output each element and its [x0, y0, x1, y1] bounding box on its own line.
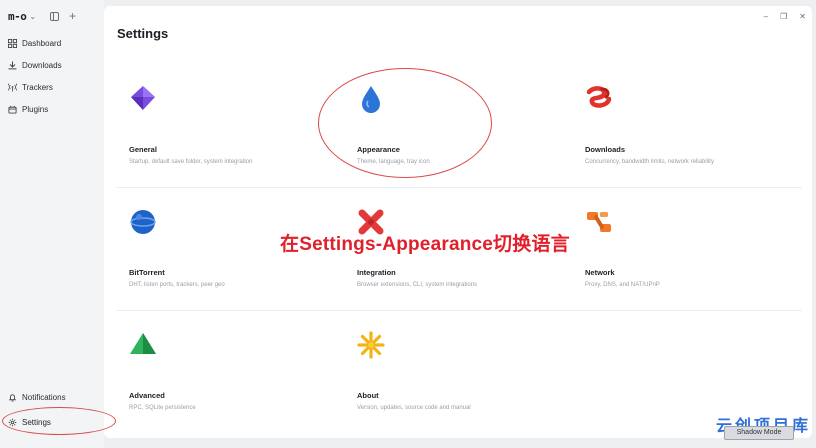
blue-globe-icon: [128, 207, 158, 237]
app-logo[interactable]: m-o: [8, 10, 27, 23]
sidebar-item-label: Downloads: [22, 60, 62, 70]
card-about[interactable]: About Version, updates, source code and …: [344, 310, 572, 430]
sidebar-toggle-icon[interactable]: [50, 11, 60, 21]
download-icon: [8, 60, 17, 70]
card-downloads[interactable]: Downloads Concurrency, bandwidth limits,…: [572, 64, 800, 184]
sidebar: m-o ⌄ + Dashboard Downloads Trackers Plu…: [0, 0, 104, 448]
card-advanced[interactable]: Advanced RPC, SQLite persistence: [116, 310, 344, 430]
sidebar-item-label: Trackers: [22, 82, 53, 92]
red-coil-icon: [584, 84, 614, 114]
antenna-icon: [8, 82, 17, 92]
yellow-star-icon: [356, 330, 386, 360]
card-description: DHT, listen ports, trackers, peer geo: [129, 282, 225, 288]
card-title: About: [357, 391, 379, 400]
card-title: Advanced: [129, 391, 165, 400]
card-title: Downloads: [585, 145, 626, 154]
card-title: Integration: [357, 268, 396, 277]
page-title: Settings: [117, 26, 169, 41]
plus-icon[interactable]: +: [69, 10, 76, 22]
close-icon[interactable]: ✕: [799, 12, 806, 21]
purple-diamond-icon: [128, 84, 158, 114]
card-description: Startup, default save folder, system int…: [129, 159, 253, 165]
sidebar-item-label: Dashboard: [22, 38, 62, 48]
grid-icon: [8, 38, 17, 48]
card-general[interactable]: General Startup, default save folder, sy…: [116, 64, 344, 184]
card-description: RPC, SQLite persistence: [129, 405, 196, 411]
card-description: Browser extensions, CLI, system integrat…: [357, 282, 478, 288]
card-title: BitTorrent: [129, 268, 165, 277]
bell-icon: [8, 393, 17, 402]
shadow-mode-button[interactable]: Shadow Mode: [724, 426, 794, 440]
chevron-down-icon[interactable]: ⌄: [29, 12, 36, 21]
sidebar-item-notifications[interactable]: Notifications: [0, 386, 104, 408]
annotation-ellipse-appearance: [318, 68, 492, 178]
annotation-ellipse-settings: [2, 407, 116, 435]
sidebar-item-trackers[interactable]: Trackers: [0, 76, 104, 98]
window-controls: – ❐ ✕: [764, 12, 806, 21]
green-pyramid-icon: [128, 330, 158, 360]
card-description: Version, updates, source code and manual: [357, 405, 471, 411]
sidebar-item-label: Notifications: [22, 392, 66, 402]
sidebar-item-downloads[interactable]: Downloads: [0, 54, 104, 76]
restore-icon[interactable]: ❐: [780, 12, 787, 21]
minimize-icon[interactable]: –: [764, 12, 768, 21]
card-description: Proxy, DNS, and NAT/UPnP: [585, 282, 660, 288]
plugin-icon: [8, 105, 17, 114]
brand-row: m-o ⌄ +: [8, 8, 76, 24]
sidebar-item-dashboard[interactable]: Dashboard: [0, 32, 104, 54]
annotation-caption: 在Settings-Appearance切换语言: [280, 234, 570, 255]
card-description: Concurrency, bandwidth limits, network r…: [585, 159, 714, 165]
sidebar-nav: Dashboard Downloads Trackers Plugins: [0, 32, 104, 120]
card-title: Network: [585, 268, 615, 277]
orange-link-icon: [584, 207, 614, 237]
sidebar-item-plugins[interactable]: Plugins: [0, 98, 104, 120]
card-title: General: [129, 145, 157, 154]
main-panel: Settings – ❐ ✕ General Startup, default …: [104, 6, 812, 438]
sidebar-item-label: Plugins: [22, 104, 49, 114]
card-network[interactable]: Network Proxy, DNS, and NAT/UPnP: [572, 187, 800, 307]
